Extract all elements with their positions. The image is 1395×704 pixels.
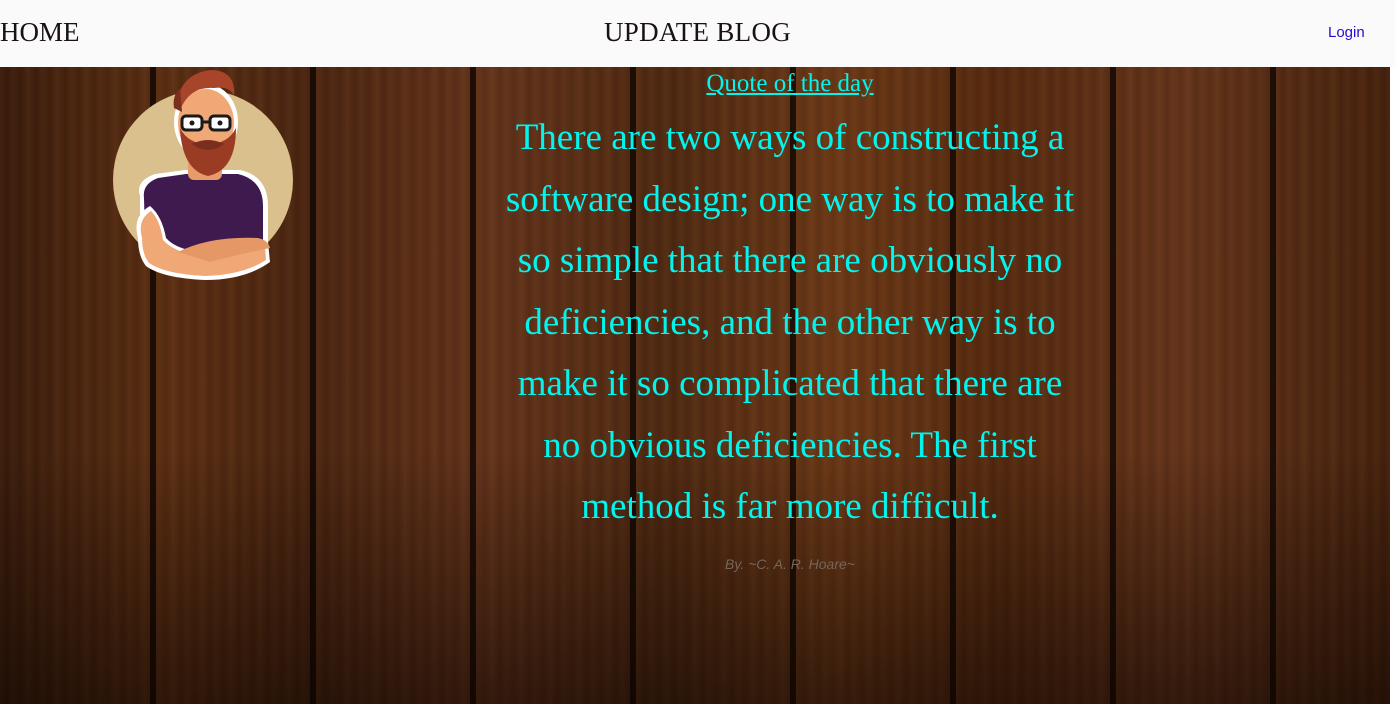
- quote-text: There are two ways of constructing a sof…: [505, 117, 1075, 527]
- quote-heading[interactable]: Quote of the day: [0, 70, 1395, 98]
- top-navbar: HOME UPDATE BLOG Login: [0, 0, 1390, 67]
- quote-author: By. ~C. A. R. Hoare~: [725, 556, 855, 572]
- quote-heading-label[interactable]: Quote of the day: [706, 70, 873, 97]
- login-link[interactable]: Login: [1328, 24, 1365, 41]
- page: HOME UPDATE BLOG Login Quote of the day …: [0, 0, 1395, 704]
- page-title: UPDATE BLOG: [604, 17, 792, 47]
- home-link[interactable]: HOME: [0, 17, 80, 48]
- scrollbar-thumb[interactable]: [1390, 0, 1395, 67]
- bearded-man-avatar-icon: [113, 70, 293, 280]
- scrollbar[interactable]: [1390, 0, 1395, 704]
